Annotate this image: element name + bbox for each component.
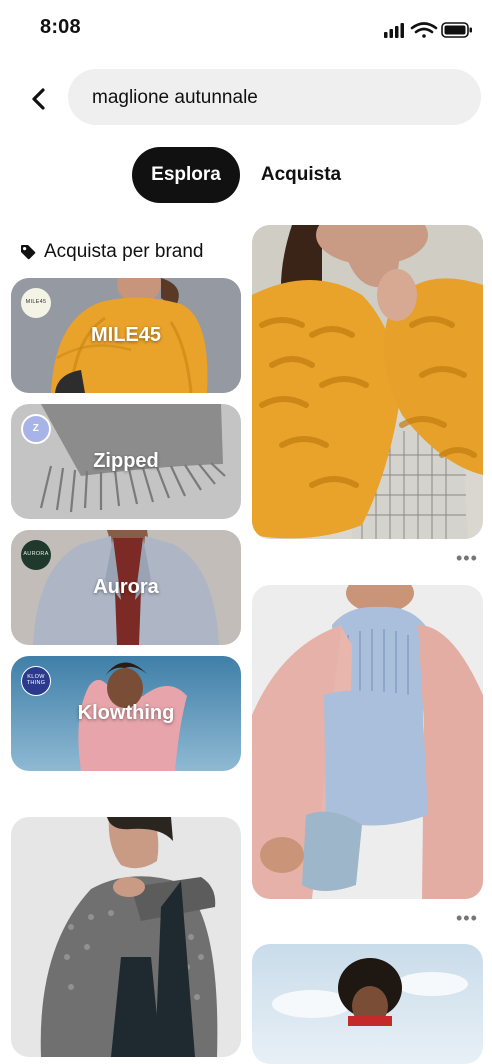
brand-card-mile45[interactable]: MILE45 MILE45	[11, 278, 241, 393]
pin-knit-sweater[interactable]	[11, 817, 241, 1057]
brand-section-header: Acquista per brand	[20, 240, 204, 264]
pin-more-options-button[interactable]: •••	[456, 908, 478, 929]
pin-more-options-button[interactable]: •••	[456, 548, 478, 569]
tag-icon	[21, 245, 36, 260]
pin-image-smiling-woman	[252, 944, 483, 1064]
brand-card-klowthing[interactable]: KLOW THING Klowthing	[11, 656, 241, 771]
pin-image-knit-sweater	[11, 817, 241, 1057]
pin-image-mustard-sweater	[252, 225, 483, 539]
pin-smiling-woman[interactable]	[252, 944, 483, 1064]
brand-card-aurora[interactable]: AURORA Aurora	[11, 530, 241, 645]
back-button[interactable]	[22, 82, 56, 116]
tab-shop[interactable]: Acquista	[250, 147, 352, 203]
cellular-signal-icon	[384, 23, 404, 38]
tab-explore[interactable]: Esplora	[132, 147, 240, 203]
brand-name-mile45: MILE45	[90, 324, 162, 346]
pin-mustard-sweater[interactable]	[252, 225, 483, 539]
wifi-icon	[410, 22, 438, 38]
search-bar[interactable]	[68, 69, 481, 127]
brand-name-aurora: Aurora	[93, 576, 159, 598]
search-input[interactable]	[90, 69, 464, 127]
brand-name-klowthing: Klowthing	[77, 702, 175, 724]
chevron-left-icon	[32, 88, 45, 110]
brand-card-zipped[interactable]: Z Zipped	[11, 404, 241, 519]
brand-section-title: Acquista per brand	[44, 241, 204, 262]
battery-icon	[441, 22, 472, 38]
brand-name-zipped: Zipped	[93, 450, 159, 472]
status-bar-icons	[384, 20, 474, 40]
status-time: 8:08	[40, 16, 81, 38]
pin-image-pink-coat	[252, 585, 483, 899]
pin-pink-coat[interactable]	[252, 585, 483, 899]
